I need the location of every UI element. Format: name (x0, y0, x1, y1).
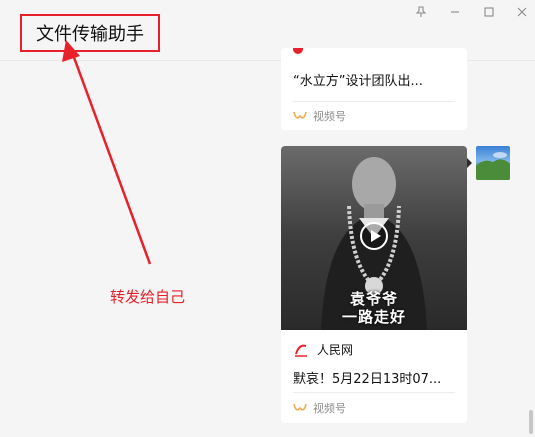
people-daily-logo (293, 342, 309, 358)
annotation-label: 转发给自己 (110, 288, 186, 306)
play-icon[interactable] (360, 222, 388, 250)
channels-icon (293, 111, 307, 119)
bubble-tail (467, 158, 472, 168)
chat-title-highlight: 文件传输助手 (20, 14, 160, 52)
scrollbar[interactable] (529, 410, 533, 434)
source-row: 人民网 (293, 341, 353, 358)
card-title: 默哀！5月22日13时07... (293, 372, 442, 387)
maximize-icon[interactable] (478, 3, 500, 21)
pin-icon[interactable] (410, 3, 432, 21)
source-name: 人民网 (317, 343, 354, 357)
card-title: “水立方”设计团队出... (293, 74, 423, 89)
channels-icon (293, 403, 307, 411)
channels-video-card[interactable]: “水立方”设计团队出... 视频号 (281, 48, 467, 130)
video-thumbnail[interactable]: 袁爷爷 一路走好 (281, 146, 467, 330)
minimize-icon[interactable] (444, 3, 466, 21)
video-caption-line2: 一路走好 (341, 308, 406, 326)
channels-video-card[interactable]: 袁爷爷 一路走好 人民网 默哀！5月22日13时07... 视频号 (281, 146, 467, 423)
avatar[interactable] (476, 146, 510, 180)
footer-label: 视频号 (313, 402, 346, 415)
close-icon[interactable] (511, 3, 533, 21)
card-divider (293, 392, 455, 393)
footer-label: 视频号 (313, 110, 346, 123)
card-footer: 视频号 (281, 394, 358, 422)
card-footer: 视频号 (281, 102, 467, 130)
source-logo (293, 48, 303, 54)
chat-title: 文件传输助手 (36, 24, 144, 45)
